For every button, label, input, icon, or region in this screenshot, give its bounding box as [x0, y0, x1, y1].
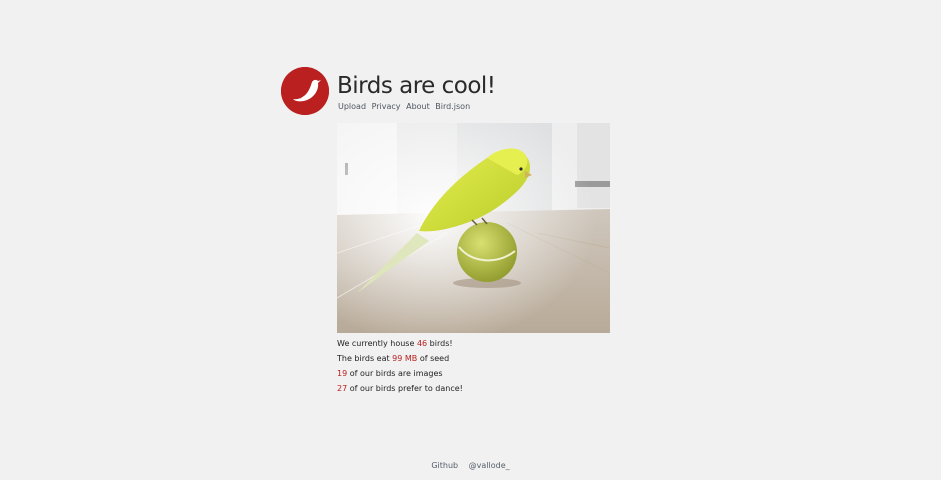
home-logo-link[interactable] — [281, 67, 329, 115]
nav-upload-link[interactable]: Upload — [338, 102, 366, 111]
stat-number: 46 — [416, 339, 428, 348]
site-title: Birds are cool! — [337, 73, 496, 99]
stat-number: 99 MB — [392, 354, 418, 363]
stat-number: 19 — [337, 369, 348, 378]
nav-about-link[interactable]: About — [406, 102, 430, 111]
nav-bird-json-link[interactable]: Bird.json — [435, 102, 470, 111]
main-nav: Upload Privacy About Bird.json — [338, 101, 473, 113]
nav-privacy-link[interactable]: Privacy — [372, 102, 401, 111]
footer: Github @vallode_ — [0, 460, 941, 472]
bird-image[interactable] — [337, 123, 610, 333]
stat-image-count: 19 of our birds are images — [337, 369, 443, 378]
stat-dance-count: 27 of our birds prefer to dance! — [337, 384, 463, 393]
stat-number: 27 — [337, 384, 348, 393]
stat-seed-size: The birds eat 99 MB of seed — [337, 354, 450, 363]
footer-github-link[interactable]: Github — [431, 461, 458, 470]
stat-bird-count: We currently house 46 birds! — [337, 339, 453, 348]
bird-stats: We currently house 46 birds! The birds e… — [337, 336, 463, 396]
bird-icon — [281, 67, 329, 115]
footer-twitter-link[interactable]: @vallode_ — [469, 461, 510, 470]
